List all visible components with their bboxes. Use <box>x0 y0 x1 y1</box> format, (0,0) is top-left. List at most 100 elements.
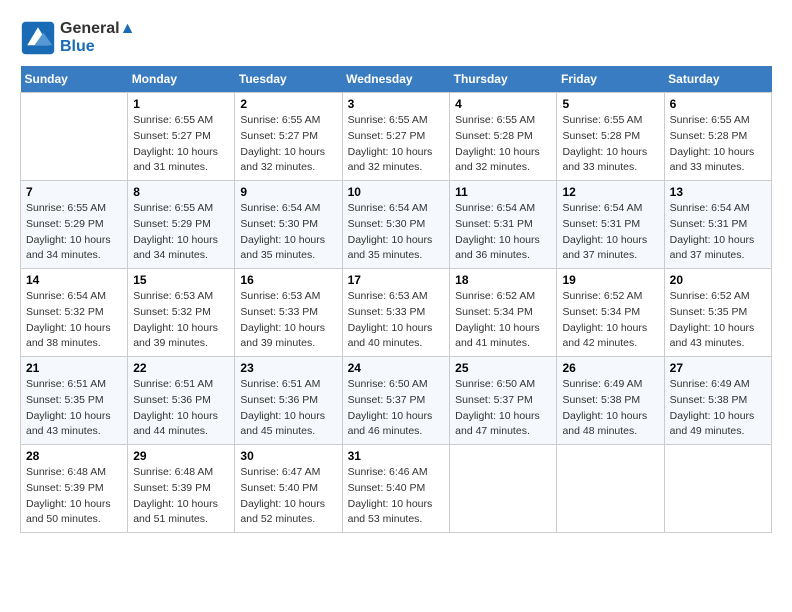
calendar-cell: 24 Sunrise: 6:50 AMSunset: 5:37 PMDaylig… <box>342 357 450 445</box>
day-info: Sunrise: 6:52 AMSunset: 5:34 PMDaylight:… <box>562 289 658 352</box>
day-info: Sunrise: 6:54 AMSunset: 5:31 PMDaylight:… <box>670 201 766 264</box>
calendar-cell <box>21 93 128 181</box>
calendar-cell: 7 Sunrise: 6:55 AMSunset: 5:29 PMDayligh… <box>21 181 128 269</box>
day-number: 25 <box>455 361 551 375</box>
day-info: Sunrise: 6:52 AMSunset: 5:34 PMDaylight:… <box>455 289 551 352</box>
calendar-table: SundayMondayTuesdayWednesdayThursdayFrid… <box>20 66 772 533</box>
day-info: Sunrise: 6:55 AMSunset: 5:27 PMDaylight:… <box>348 113 445 176</box>
logo: General▲ Blue <box>20 20 135 56</box>
column-header-saturday: Saturday <box>664 66 771 93</box>
day-info: Sunrise: 6:54 AMSunset: 5:30 PMDaylight:… <box>348 201 445 264</box>
day-number: 5 <box>562 97 658 111</box>
day-number: 12 <box>562 185 658 199</box>
week-row-4: 21 Sunrise: 6:51 AMSunset: 5:35 PMDaylig… <box>21 357 772 445</box>
day-number: 16 <box>240 273 336 287</box>
page-header: General▲ Blue <box>20 20 772 56</box>
day-number: 27 <box>670 361 766 375</box>
calendar-cell: 21 Sunrise: 6:51 AMSunset: 5:35 PMDaylig… <box>21 357 128 445</box>
day-number: 2 <box>240 97 336 111</box>
day-number: 7 <box>26 185 122 199</box>
calendar-cell: 11 Sunrise: 6:54 AMSunset: 5:31 PMDaylig… <box>450 181 557 269</box>
calendar-cell: 9 Sunrise: 6:54 AMSunset: 5:30 PMDayligh… <box>235 181 342 269</box>
calendar-cell: 26 Sunrise: 6:49 AMSunset: 5:38 PMDaylig… <box>557 357 664 445</box>
calendar-cell: 10 Sunrise: 6:54 AMSunset: 5:30 PMDaylig… <box>342 181 450 269</box>
week-row-3: 14 Sunrise: 6:54 AMSunset: 5:32 PMDaylig… <box>21 269 772 357</box>
calendar-cell <box>450 445 557 533</box>
day-number: 28 <box>26 449 122 463</box>
day-info: Sunrise: 6:55 AMSunset: 5:27 PMDaylight:… <box>133 113 229 176</box>
day-number: 18 <box>455 273 551 287</box>
calendar-cell: 4 Sunrise: 6:55 AMSunset: 5:28 PMDayligh… <box>450 93 557 181</box>
day-number: 4 <box>455 97 551 111</box>
day-info: Sunrise: 6:49 AMSunset: 5:38 PMDaylight:… <box>670 377 766 440</box>
day-number: 20 <box>670 273 766 287</box>
calendar-cell: 15 Sunrise: 6:53 AMSunset: 5:32 PMDaylig… <box>128 269 235 357</box>
column-header-friday: Friday <box>557 66 664 93</box>
calendar-cell: 13 Sunrise: 6:54 AMSunset: 5:31 PMDaylig… <box>664 181 771 269</box>
day-info: Sunrise: 6:55 AMSunset: 5:29 PMDaylight:… <box>133 201 229 264</box>
column-header-wednesday: Wednesday <box>342 66 450 93</box>
day-number: 22 <box>133 361 229 375</box>
day-number: 29 <box>133 449 229 463</box>
calendar-cell: 29 Sunrise: 6:48 AMSunset: 5:39 PMDaylig… <box>128 445 235 533</box>
day-info: Sunrise: 6:52 AMSunset: 5:35 PMDaylight:… <box>670 289 766 352</box>
day-info: Sunrise: 6:53 AMSunset: 5:33 PMDaylight:… <box>240 289 336 352</box>
day-number: 1 <box>133 97 229 111</box>
day-number: 3 <box>348 97 445 111</box>
week-row-2: 7 Sunrise: 6:55 AMSunset: 5:29 PMDayligh… <box>21 181 772 269</box>
day-number: 9 <box>240 185 336 199</box>
day-info: Sunrise: 6:55 AMSunset: 5:28 PMDaylight:… <box>670 113 766 176</box>
day-number: 30 <box>240 449 336 463</box>
day-info: Sunrise: 6:54 AMSunset: 5:30 PMDaylight:… <box>240 201 336 264</box>
calendar-cell: 14 Sunrise: 6:54 AMSunset: 5:32 PMDaylig… <box>21 269 128 357</box>
day-info: Sunrise: 6:46 AMSunset: 5:40 PMDaylight:… <box>348 465 445 528</box>
day-info: Sunrise: 6:55 AMSunset: 5:27 PMDaylight:… <box>240 113 336 176</box>
logo-icon <box>20 20 56 56</box>
calendar-cell: 20 Sunrise: 6:52 AMSunset: 5:35 PMDaylig… <box>664 269 771 357</box>
day-info: Sunrise: 6:51 AMSunset: 5:35 PMDaylight:… <box>26 377 122 440</box>
day-info: Sunrise: 6:54 AMSunset: 5:31 PMDaylight:… <box>562 201 658 264</box>
day-info: Sunrise: 6:55 AMSunset: 5:29 PMDaylight:… <box>26 201 122 264</box>
day-info: Sunrise: 6:50 AMSunset: 5:37 PMDaylight:… <box>455 377 551 440</box>
calendar-cell: 28 Sunrise: 6:48 AMSunset: 5:39 PMDaylig… <box>21 445 128 533</box>
calendar-cell: 19 Sunrise: 6:52 AMSunset: 5:34 PMDaylig… <box>557 269 664 357</box>
calendar-cell: 3 Sunrise: 6:55 AMSunset: 5:27 PMDayligh… <box>342 93 450 181</box>
day-number: 19 <box>562 273 658 287</box>
calendar-cell: 22 Sunrise: 6:51 AMSunset: 5:36 PMDaylig… <box>128 357 235 445</box>
calendar-cell: 6 Sunrise: 6:55 AMSunset: 5:28 PMDayligh… <box>664 93 771 181</box>
day-number: 26 <box>562 361 658 375</box>
day-number: 8 <box>133 185 229 199</box>
day-number: 6 <box>670 97 766 111</box>
day-info: Sunrise: 6:48 AMSunset: 5:39 PMDaylight:… <box>133 465 229 528</box>
day-info: Sunrise: 6:49 AMSunset: 5:38 PMDaylight:… <box>562 377 658 440</box>
logo-text: General▲ Blue <box>60 20 135 56</box>
calendar-header-row: SundayMondayTuesdayWednesdayThursdayFrid… <box>21 66 772 93</box>
day-info: Sunrise: 6:50 AMSunset: 5:37 PMDaylight:… <box>348 377 445 440</box>
day-info: Sunrise: 6:55 AMSunset: 5:28 PMDaylight:… <box>455 113 551 176</box>
day-number: 23 <box>240 361 336 375</box>
day-info: Sunrise: 6:54 AMSunset: 5:31 PMDaylight:… <box>455 201 551 264</box>
day-info: Sunrise: 6:54 AMSunset: 5:32 PMDaylight:… <box>26 289 122 352</box>
calendar-cell: 30 Sunrise: 6:47 AMSunset: 5:40 PMDaylig… <box>235 445 342 533</box>
column-header-tuesday: Tuesday <box>235 66 342 93</box>
column-header-thursday: Thursday <box>450 66 557 93</box>
calendar-cell: 12 Sunrise: 6:54 AMSunset: 5:31 PMDaylig… <box>557 181 664 269</box>
day-number: 21 <box>26 361 122 375</box>
column-header-monday: Monday <box>128 66 235 93</box>
day-number: 24 <box>348 361 445 375</box>
day-info: Sunrise: 6:53 AMSunset: 5:33 PMDaylight:… <box>348 289 445 352</box>
day-info: Sunrise: 6:51 AMSunset: 5:36 PMDaylight:… <box>133 377 229 440</box>
calendar-cell: 31 Sunrise: 6:46 AMSunset: 5:40 PMDaylig… <box>342 445 450 533</box>
calendar-cell: 23 Sunrise: 6:51 AMSunset: 5:36 PMDaylig… <box>235 357 342 445</box>
calendar-cell: 27 Sunrise: 6:49 AMSunset: 5:38 PMDaylig… <box>664 357 771 445</box>
day-info: Sunrise: 6:55 AMSunset: 5:28 PMDaylight:… <box>562 113 658 176</box>
day-number: 13 <box>670 185 766 199</box>
day-number: 14 <box>26 273 122 287</box>
calendar-cell: 16 Sunrise: 6:53 AMSunset: 5:33 PMDaylig… <box>235 269 342 357</box>
column-header-sunday: Sunday <box>21 66 128 93</box>
day-number: 15 <box>133 273 229 287</box>
day-info: Sunrise: 6:47 AMSunset: 5:40 PMDaylight:… <box>240 465 336 528</box>
calendar-cell: 17 Sunrise: 6:53 AMSunset: 5:33 PMDaylig… <box>342 269 450 357</box>
day-number: 17 <box>348 273 445 287</box>
day-info: Sunrise: 6:53 AMSunset: 5:32 PMDaylight:… <box>133 289 229 352</box>
